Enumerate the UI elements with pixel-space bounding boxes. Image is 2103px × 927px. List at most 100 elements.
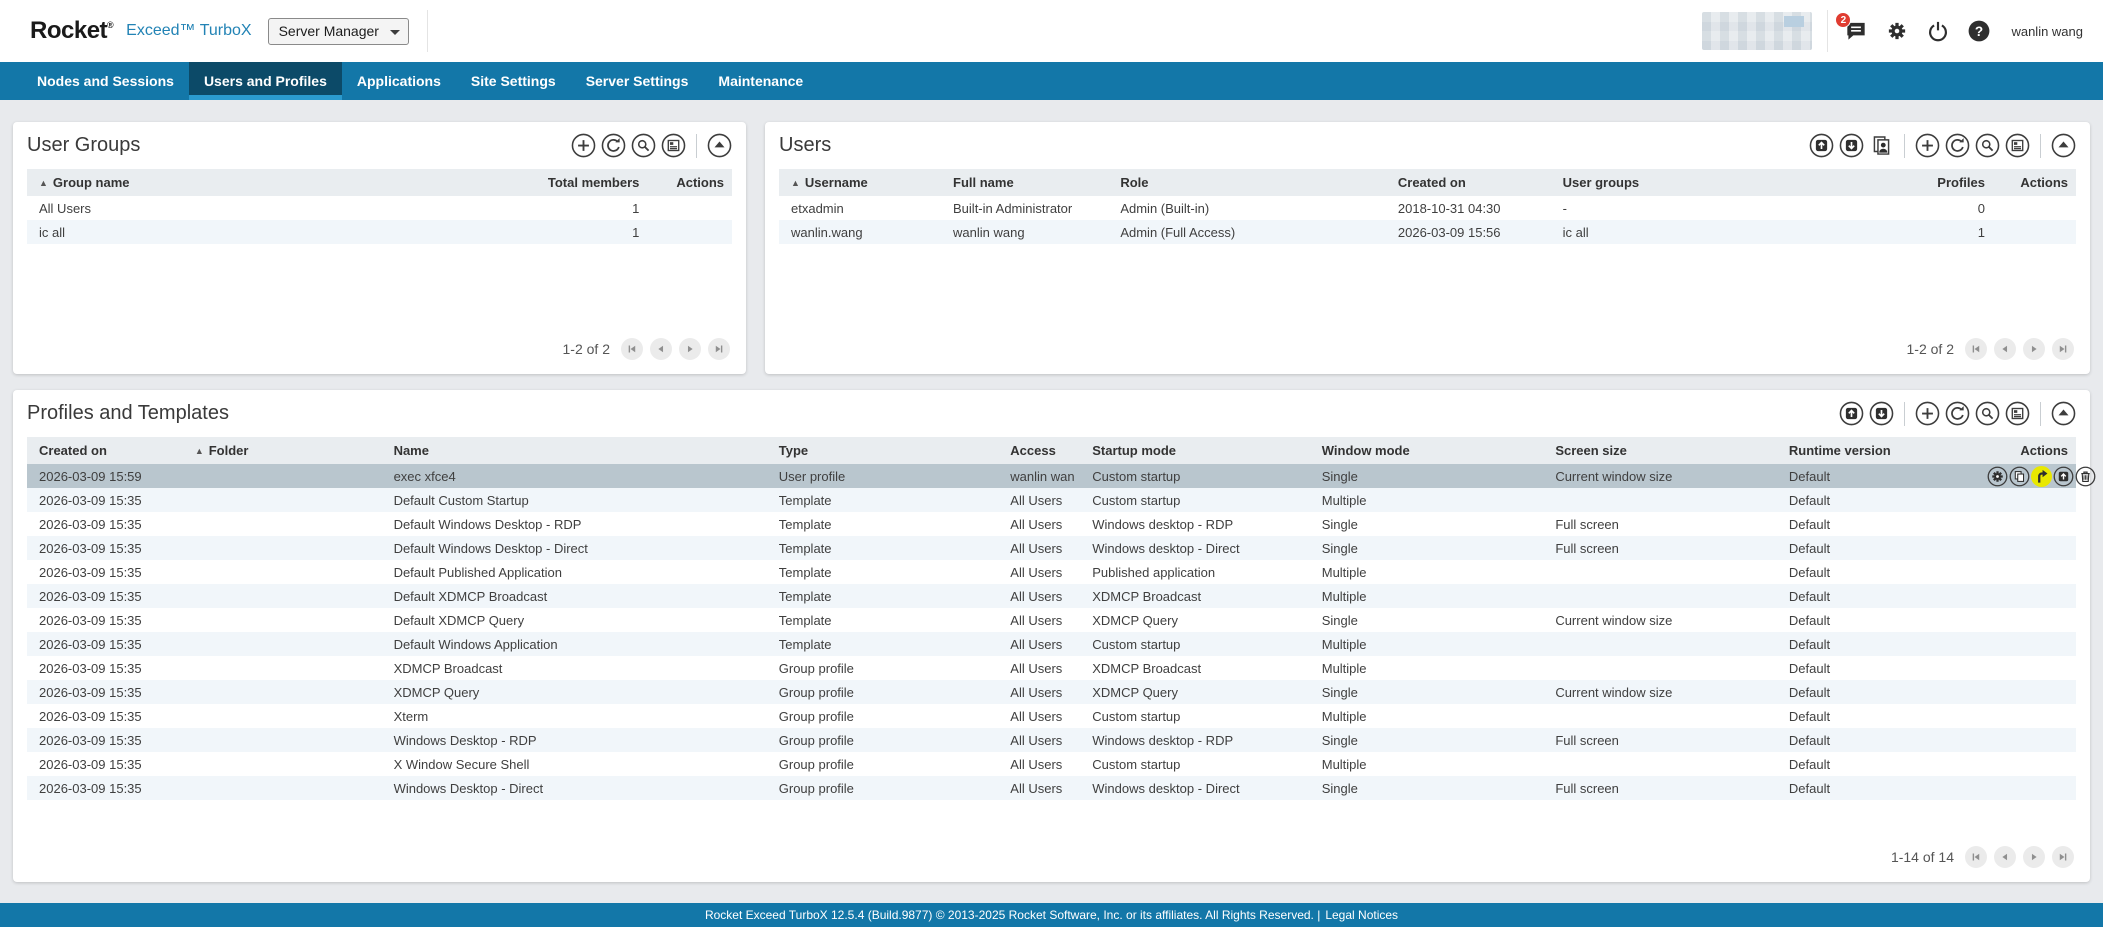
refresh-icon[interactable] — [1945, 401, 1970, 426]
page-prev-button[interactable] — [650, 338, 672, 360]
column-header-user-groups[interactable]: User groups — [1554, 169, 1923, 196]
column-header-window-mode[interactable]: Window mode — [1313, 437, 1548, 464]
table-cell: ic all — [1562, 224, 1589, 240]
table-row[interactable]: 2026-03-09 15:35 Default Windows Desktop … — [27, 536, 2076, 560]
table-row[interactable]: 2026-03-09 15:35 X Window Secure Shell Gro… — [27, 752, 2076, 776]
refresh-icon[interactable] — [601, 133, 626, 158]
help-icon[interactable]: ? — [1966, 18, 1992, 44]
table-row[interactable]: All Users 1 — [27, 196, 732, 220]
column-header-folder[interactable]: ▲ Folder — [186, 437, 386, 464]
page-first-button[interactable] — [1965, 338, 1987, 360]
add-icon[interactable] — [571, 133, 596, 158]
table-row[interactable]: 2026-03-09 15:35 Windows Desktop - RDP Gro… — [27, 728, 2076, 752]
table-cell: All Users — [1010, 540, 1063, 556]
nav-tab-maintenance[interactable]: Maintenance — [703, 62, 818, 100]
settings-gear-icon[interactable] — [1884, 18, 1910, 44]
nav-tab-applications[interactable]: Applications — [342, 62, 456, 100]
table-row[interactable]: 2026-03-09 15:35 Default Custom Startup Te… — [27, 488, 2076, 512]
details-icon[interactable] — [2005, 401, 2030, 426]
page-next-button[interactable] — [2023, 338, 2045, 360]
column-header-total-members[interactable]: Total members — [513, 169, 648, 196]
collapse-icon[interactable] — [2051, 133, 2076, 158]
collapse-icon[interactable] — [2051, 401, 2076, 426]
legal-notices-link[interactable]: Legal Notices — [1325, 908, 1398, 922]
column-header-access[interactable]: Access — [1002, 437, 1085, 464]
page-next-button[interactable] — [2023, 846, 2045, 868]
column-header-actions[interactable]: Actions — [647, 169, 732, 196]
column-header-screen-size[interactable]: Screen size — [1547, 437, 1781, 464]
column-header-name[interactable]: Name — [385, 437, 771, 464]
page-last-button[interactable] — [2052, 846, 2074, 868]
column-header-username[interactable]: ▲ Username — [779, 169, 946, 196]
table-row[interactable]: 2026-03-09 15:35 Xterm Group profile All Us… — [27, 704, 2076, 728]
table-row[interactable]: 2026-03-09 15:35 Default Windows Desktop … — [27, 512, 2076, 536]
details-icon[interactable] — [2005, 133, 2030, 158]
table-cell: 2026-03-09 15:35 — [39, 612, 142, 628]
table-row[interactable]: wanlin.wang wanlin wang Admin (Full Access… — [779, 220, 2076, 244]
table-cell: XDMCP Broadcast — [1092, 588, 1202, 604]
table-row[interactable]: ic all 1 — [27, 220, 732, 244]
details-icon[interactable] — [661, 133, 686, 158]
user-groups-panel: User Groups ▲ Group name Total members Acti… — [13, 122, 746, 374]
add-icon[interactable] — [1915, 133, 1940, 158]
page-last-button[interactable] — [2052, 338, 2074, 360]
table-row[interactable]: 2026-03-09 15:59 exec xfce4 User profile wa… — [27, 464, 2096, 488]
column-header-full-name[interactable]: Full name — [945, 169, 1113, 196]
table-cell: Built-in Administrator — [953, 200, 1073, 216]
page-next-button[interactable] — [679, 338, 701, 360]
delete-action-icon[interactable] — [2075, 466, 2096, 487]
nav-tab-server-settings[interactable]: Server Settings — [571, 62, 704, 100]
export-action-icon[interactable] — [2053, 466, 2074, 487]
column-header-created-on[interactable]: Created on — [1389, 169, 1555, 196]
nav-tab-site-settings[interactable]: Site Settings — [456, 62, 571, 100]
search-icon[interactable] — [1975, 401, 2000, 426]
download-icon[interactable] — [1869, 401, 1894, 426]
table-row[interactable]: etxadmin Built-in Administrator Admin (Bui… — [779, 196, 2076, 220]
column-header-created-on[interactable]: Created on — [27, 437, 187, 464]
column-header-group-name[interactable]: ▲ Group name — [27, 169, 514, 196]
logout-power-icon[interactable] — [1925, 18, 1951, 44]
table-cell: Full screen — [1555, 732, 1619, 748]
settings-action-icon[interactable] — [1987, 466, 2008, 487]
table-row[interactable]: 2026-03-09 15:35 Default Published Applic… — [27, 560, 2076, 584]
upload-icon[interactable] — [1839, 401, 1864, 426]
table-row[interactable]: 2026-03-09 15:35 Default XDMCP Query Templ… — [27, 608, 2076, 632]
column-header-startup-mode[interactable]: Startup mode — [1084, 437, 1314, 464]
refresh-icon[interactable] — [1945, 133, 1970, 158]
add-icon[interactable] — [1915, 401, 1940, 426]
column-header-actions[interactable]: Actions — [1977, 437, 2076, 464]
current-username[interactable]: wanlin wang — [2011, 24, 2083, 39]
nav-tab-nodes-and-sessions[interactable]: Nodes and Sessions — [22, 62, 189, 100]
page-prev-button[interactable] — [1994, 338, 2016, 360]
page-first-button[interactable] — [1965, 846, 1987, 868]
notifications-icon[interactable]: 2 — [1835, 12, 1869, 44]
table-row[interactable]: 2026-03-09 15:35 XDMCP Broadcast Group pro… — [27, 656, 2076, 680]
table-row[interactable]: 2026-03-09 15:35 Default XDMCP Broadcast T… — [27, 584, 2076, 608]
nav-tab-users-and-profiles[interactable]: Users and Profiles — [188, 62, 342, 100]
launch-action-icon[interactable] — [2030, 465, 2052, 487]
table-row[interactable]: 2026-03-09 15:35 Windows Desktop - Direct… — [27, 776, 2076, 800]
column-label: Total members — [547, 175, 640, 190]
column-header-actions[interactable]: Actions — [1992, 169, 2076, 196]
page-prev-button[interactable] — [1994, 846, 2016, 868]
table-row[interactable]: 2026-03-09 15:35 XDMCP Query Group profile… — [27, 680, 2076, 704]
copy-action-icon[interactable] — [2009, 466, 2030, 487]
table-row[interactable]: 2026-03-09 15:35 Default Windows Applicat… — [27, 632, 2076, 656]
column-label: Group name — [52, 175, 130, 190]
search-icon[interactable] — [631, 133, 656, 158]
import-users-icon[interactable] — [1869, 133, 1894, 158]
page-first-button[interactable] — [621, 338, 643, 360]
table-cell: Admin (Full Access) — [1120, 224, 1236, 240]
table-cell: 2026-03-09 15:35 — [39, 660, 142, 676]
collapse-icon[interactable] — [707, 133, 732, 158]
search-icon[interactable] — [1975, 133, 2000, 158]
app-switcher-select[interactable]: Server Manager — [267, 17, 409, 45]
table-cell: All Users — [1010, 708, 1063, 724]
column-header-role[interactable]: Role — [1112, 169, 1390, 196]
column-header-runtime-version[interactable]: Runtime version — [1780, 437, 1978, 464]
page-last-button[interactable] — [708, 338, 730, 360]
download-icon[interactable] — [1839, 133, 1864, 158]
column-header-type[interactable]: Type — [770, 437, 1003, 464]
column-header-profiles[interactable]: Profiles — [1922, 169, 1993, 196]
upload-icon[interactable] — [1809, 133, 1834, 158]
